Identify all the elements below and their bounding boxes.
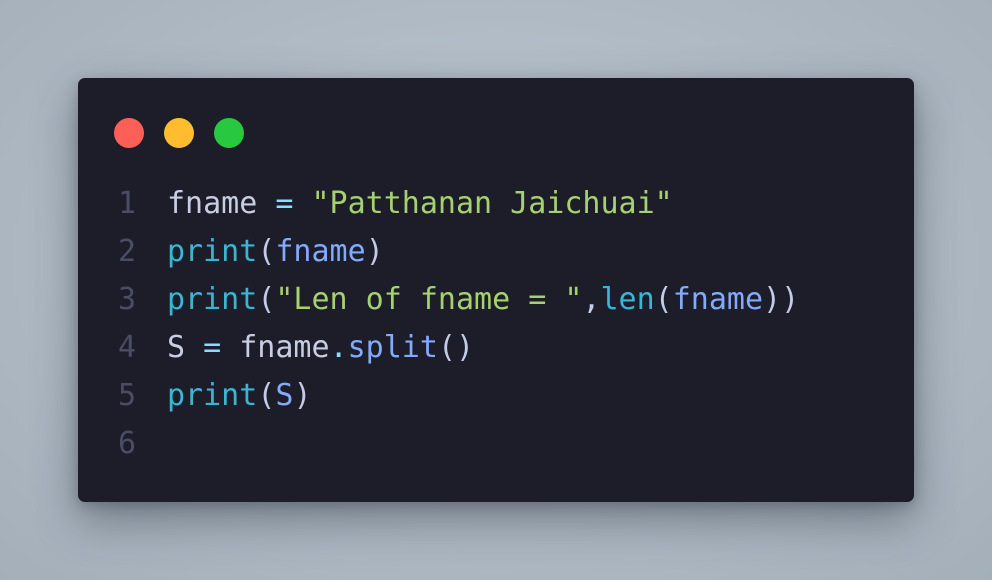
code-text: S = fname.split() [136, 324, 474, 372]
line-number: 3 [117, 282, 136, 317]
line-number: 5 [117, 378, 136, 413]
maximize-dot-icon[interactable] [214, 118, 244, 148]
code-token: = [275, 186, 294, 221]
code-token: len [600, 282, 655, 317]
code-token: ( [257, 282, 276, 317]
line-number: 2 [117, 234, 136, 269]
code-token: fname [672, 282, 764, 317]
code-token: ( [654, 282, 673, 317]
code-line: 1 fname = "Patthanan Jaichuai" [78, 180, 914, 228]
code-token: ( [257, 234, 276, 269]
code-token: )) [763, 282, 800, 317]
code-token: S [167, 330, 186, 365]
code-token: print [167, 234, 258, 269]
code-text: print(S) [136, 372, 312, 420]
code-text: print("Len of fname = ",len(fname)) [136, 276, 799, 324]
line-number: 1 [117, 186, 136, 221]
code-token: "Patthanan Jaichuai" [311, 186, 673, 221]
code-text: print(fname) [136, 228, 384, 276]
minimize-dot-icon[interactable] [164, 118, 194, 148]
code-token: S [275, 378, 294, 413]
line-number: 6 [117, 426, 136, 461]
code-line: 6 [78, 420, 914, 468]
code-line: 3 print("Len of fname = ",len(fname)) [78, 276, 914, 324]
code-token: print [167, 282, 258, 317]
code-token: = [203, 330, 222, 365]
close-dot-icon[interactable] [114, 118, 144, 148]
code-token: split [347, 330, 438, 365]
code-block: 1 fname = "Patthanan Jaichuai" 2 print(fnam… [78, 180, 914, 468]
code-line: 4S = fname.split() [78, 324, 914, 372]
code-token: print [167, 378, 258, 413]
code-token: () [437, 330, 475, 365]
code-token: , [582, 282, 601, 317]
code-token: . [329, 330, 348, 365]
code-window: 1 fname = "Patthanan Jaichuai" 2 print(fnam… [78, 78, 914, 502]
code-line: 5 print(S) [78, 372, 914, 420]
code-token: fname [239, 330, 330, 365]
code-token: "Len of fname = " [275, 282, 583, 317]
code-token: ( [257, 378, 276, 413]
line-number: 4 [117, 330, 136, 365]
code-token: fname [275, 234, 366, 269]
code-token: fname [167, 186, 258, 221]
code-text: fname = "Patthanan Jaichuai" [136, 180, 673, 228]
window-controls [114, 118, 244, 148]
code-token: ) [365, 234, 384, 269]
code-line: 2 print(fname) [78, 228, 914, 276]
code-token: ) [293, 378, 312, 413]
